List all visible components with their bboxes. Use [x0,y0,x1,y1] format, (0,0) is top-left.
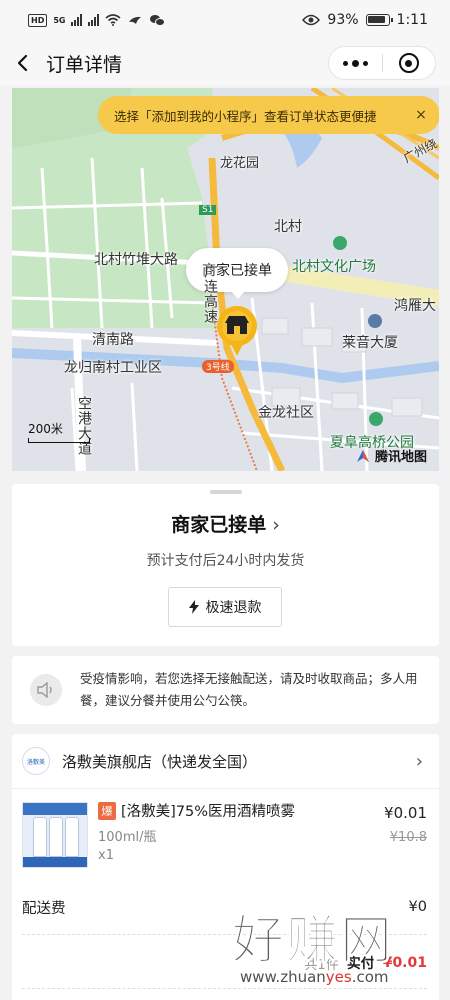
hd-badge: HD [28,13,48,27]
order-status-card: 商家已接单 › 预计支付后24小时内发货 极速退款 [12,484,439,646]
product-spec: 100ml/瓶 [98,830,157,845]
total-row: 共1件 实付 ¥0.01 [12,946,439,980]
banner-close-button[interactable]: × [412,107,430,123]
signal-icon [71,14,83,26]
back-button[interactable] [0,40,46,86]
map-label-qingnan: 清南路 [92,332,134,348]
more-button[interactable] [329,47,382,79]
pay-label: 实付 [346,956,375,972]
network-badge: 5G [53,15,66,25]
shop-header[interactable]: 洛敷美 洛敷美旗舰店（快递发全国） › [12,734,439,788]
banner-text: 选择「添加到我的小程序」查看订单状态更便捷 [114,108,377,124]
map-label-s1: S1 [199,205,217,215]
product-name: [洛敷美]75%医用酒精喷雾 [121,804,296,820]
dashed-divider [22,934,427,935]
map-label-laiyin: 莱音大厦 [342,335,398,351]
shop-location-pin-icon [216,306,257,356]
shop-name: 洛敷美旗舰店（快递发全国） [62,752,258,771]
eye-icon [302,14,321,26]
bird-icon [129,16,142,24]
status-bar-left: HD 5G [28,13,166,27]
signal-icon-2 [88,14,100,26]
tencent-map-brand: 腾讯地图 [355,446,427,465]
status-time: 1:11 [396,12,428,28]
battery-percent: 93% [327,12,359,28]
delivery-map[interactable]: 选择「添加到我的小程序」查看订单状态更便捷 × 龙花园 广州绕 S1 商家已接单… [12,88,439,471]
nav-bar: 订单详情 [0,40,450,86]
status-bar-right: 93% 1:11 [302,12,428,28]
map-label-guanglian: 广连高速 [202,264,218,324]
wechat-icon [150,15,166,26]
order-status-subtitle: 预计支付后24小时内发货 [146,553,305,569]
chevron-left-icon [17,54,28,72]
close-miniprogram-button[interactable] [383,47,436,79]
quick-refund-button[interactable]: 极速退款 [168,587,282,627]
chevron-right-icon: › [272,514,280,536]
product-price: ¥0.01 [384,804,427,822]
delivery-fee-value: ¥0 [408,899,427,915]
total-count: 共1件 [304,957,339,973]
order-status-text: 商家已接单 [171,514,267,536]
map-label-jinlong: 金龙社区 [258,405,314,421]
notice-text: 受疫情影响，若您选择无接触配送，请及时收取商品；多人用餐，建议分餐并使用公勺公筷… [80,671,418,708]
chevron-right-icon: › [415,750,423,772]
pay-value: ¥0.01 [382,955,427,971]
map-label-beicun: 北村 [274,219,302,235]
map-scale-line [28,438,90,443]
map-scale-bar: 200米 [28,420,90,443]
shop-divider [12,788,439,789]
map-label-line3: 3号线 [202,360,234,373]
map-label-wenhua: 北村文化广场 [292,259,376,275]
product-image [22,802,88,868]
more-dots-icon [342,59,368,67]
add-miniprogram-banner[interactable]: 选择「添加到我的小程序」查看订单状态更便捷 × [98,96,439,134]
drag-handle[interactable] [210,490,242,494]
order-status-title[interactable]: 商家已接单 › [12,510,439,537]
map-label-longhua: 龙花园 [220,156,260,171]
map-label-zhudui: 北村竹堆大路 [94,252,178,268]
quick-refund-label: 极速退款 [205,600,262,616]
product-original-price: ¥10.8 [389,830,427,845]
map-label-hongyan: 鸿雁大 [394,298,436,314]
map-scale-label: 200米 [28,422,63,436]
miniprogram-capsule [328,46,436,80]
speaker-icon [30,674,62,706]
shop-logo: 洛敷美 [22,747,50,775]
dashed-divider-bottom [22,988,427,989]
delivery-fee-row: 配送费 ¥0 [12,892,439,922]
target-circle-icon [398,53,419,73]
product-item[interactable]: 爆 [洛敷美]75%医用酒精喷雾 100ml/瓶 x1 ¥0.01 ¥10.8 [12,796,439,874]
battery-icon [365,14,393,26]
hot-tag: 爆 [98,802,116,820]
epidemic-notice-card: 受疫情影响，若您选择无接触配送，请及时收取商品；多人用餐，建议分餐并使用公勺公筷… [12,656,439,724]
map-label-longgui: 龙归南村工业区 [64,360,162,376]
delivery-fee-label: 配送费 [22,900,66,917]
tencent-map-logo-icon [356,449,369,462]
lightning-icon [188,600,199,614]
wifi-icon [105,14,122,26]
status-bar: HD 5G 93% 1:11 [0,0,450,40]
product-quantity: x1 [98,848,114,863]
page-title: 订单详情 [46,53,123,76]
shop-order-card: 洛敷美 洛敷美旗舰店（快递发全国） › 爆 [洛敷美]75%医用酒精喷雾 100… [12,734,439,1000]
tencent-map-label: 腾讯地图 [374,450,427,465]
